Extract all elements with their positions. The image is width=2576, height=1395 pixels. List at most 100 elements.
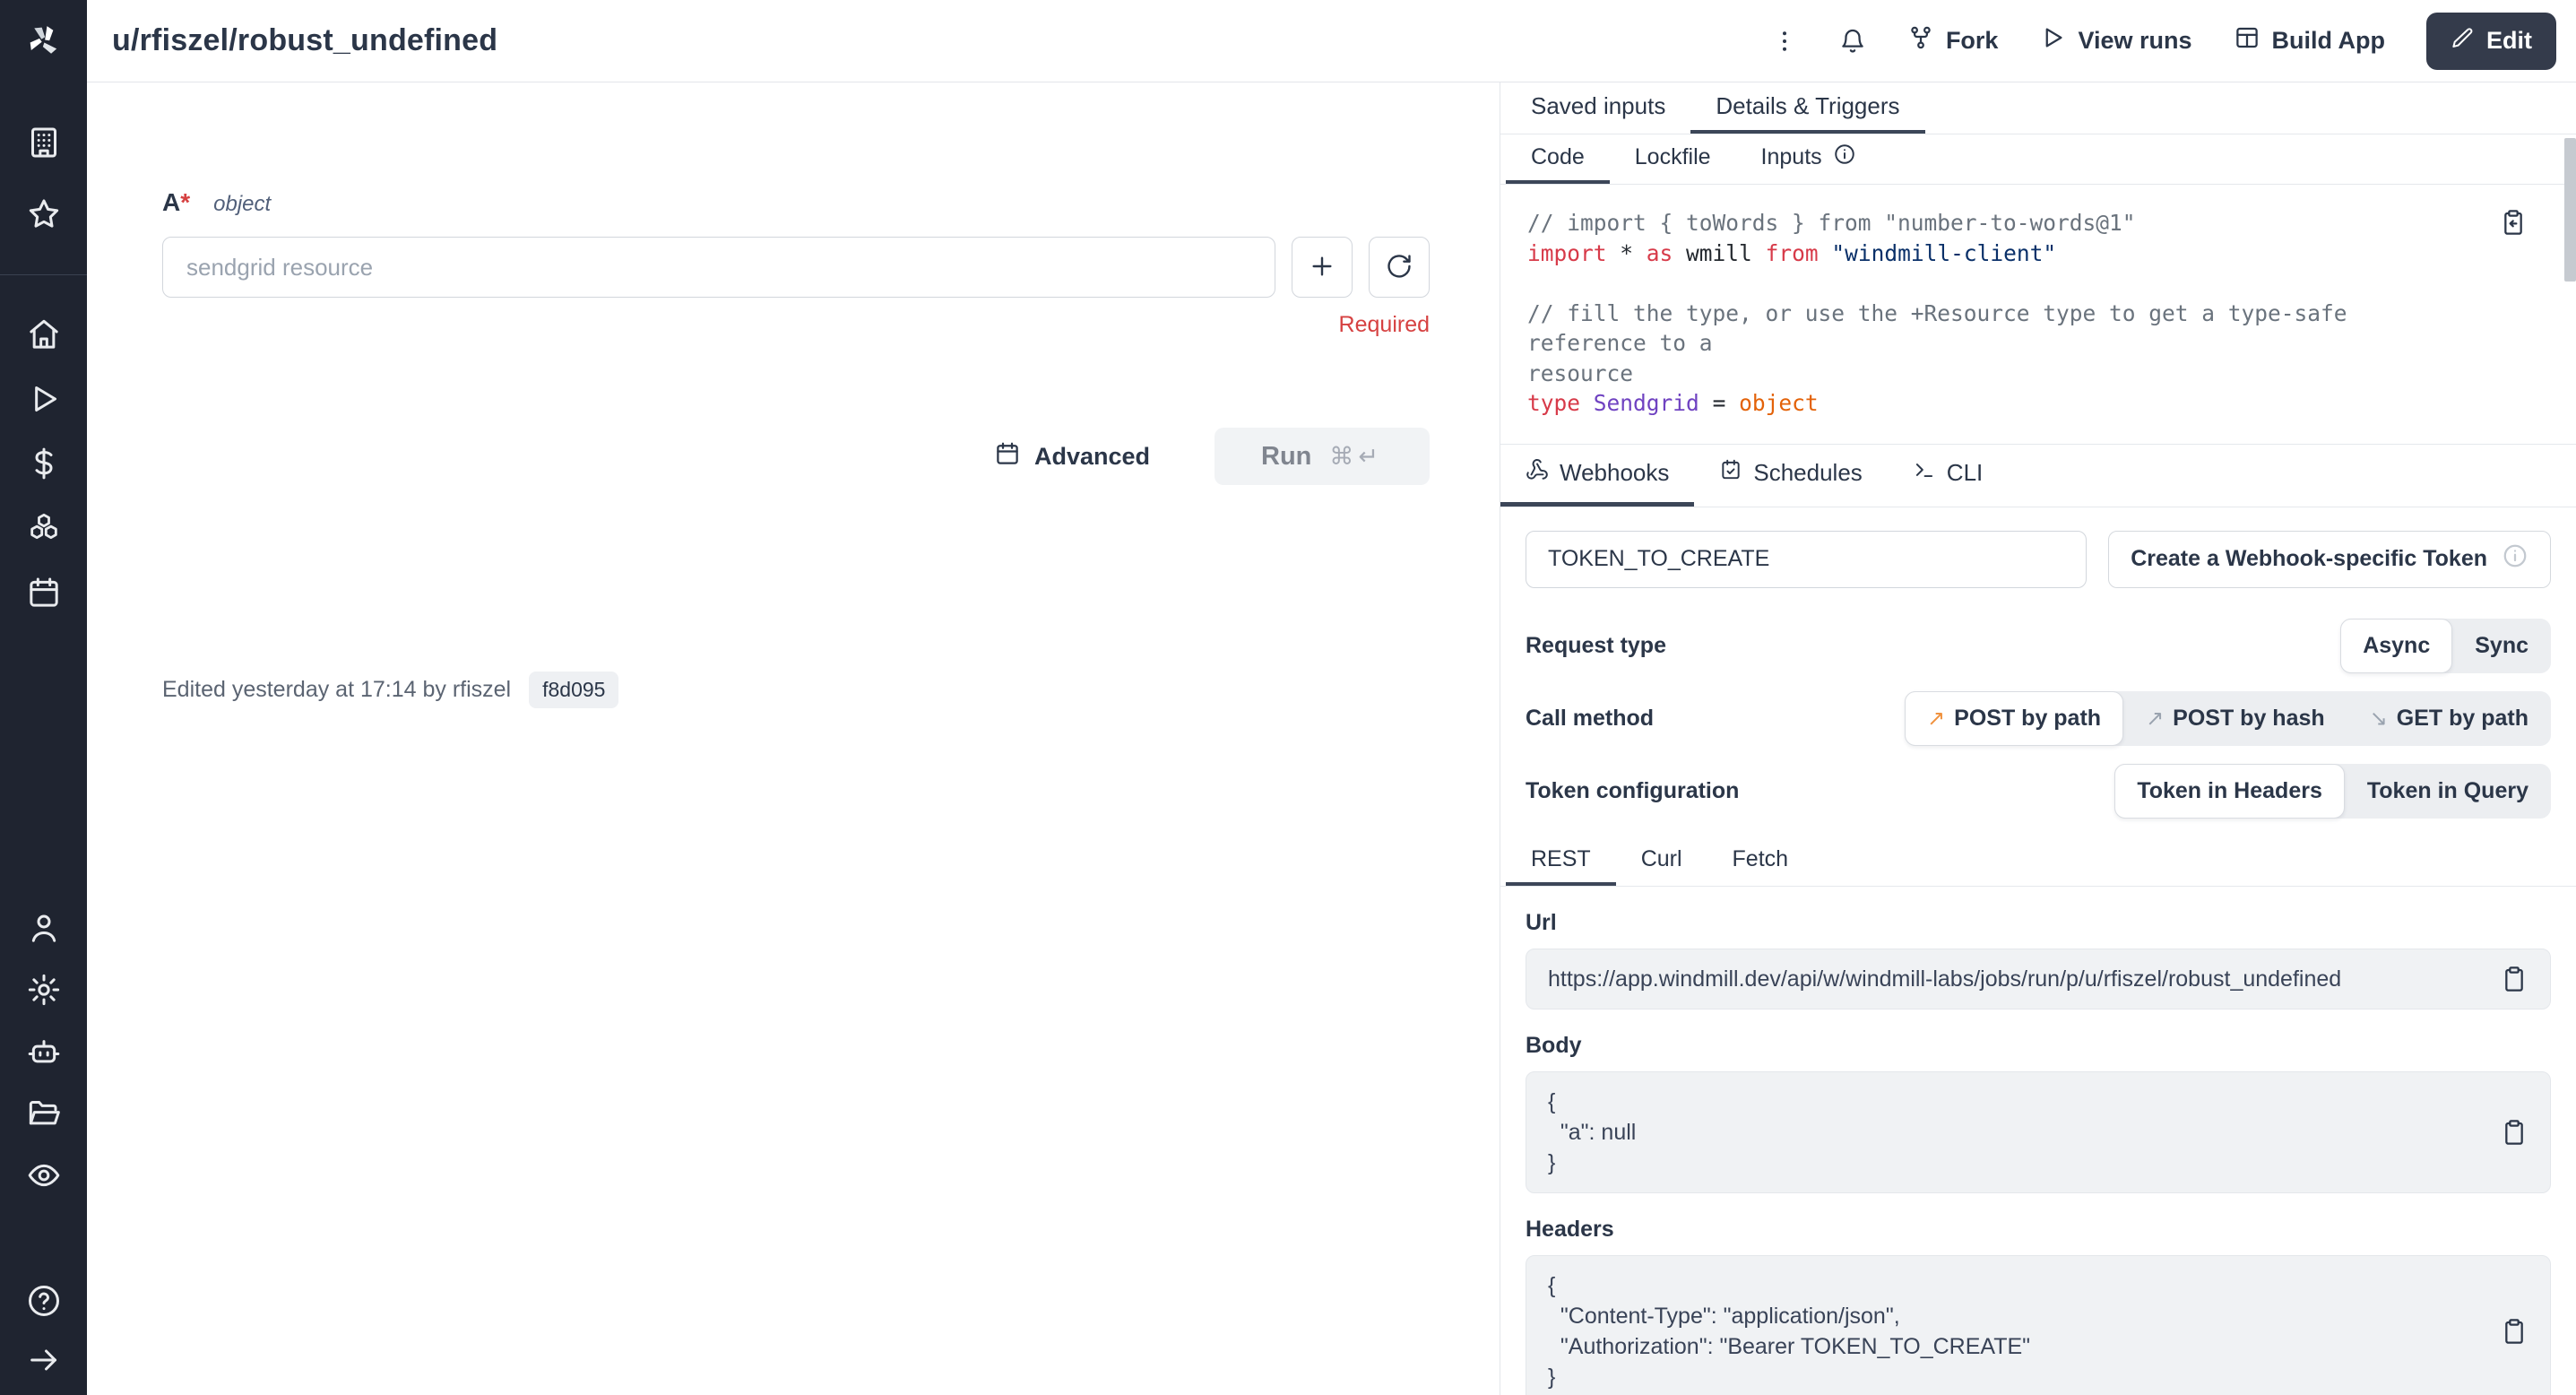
tab-curl[interactable]: Curl xyxy=(1616,836,1707,886)
token-config-segmented: Token in Headers Token in Query xyxy=(2114,764,2551,819)
headers-box: { "Content-Type": "application/json", "A… xyxy=(1526,1255,2551,1395)
call-method-row: Call method ↗ POST by path ↗ POST by has… xyxy=(1500,682,2576,755)
refresh-resource-button[interactable] xyxy=(1369,237,1430,298)
calendar-check-icon xyxy=(1719,458,1742,488)
pencil-icon xyxy=(2451,26,2475,56)
tab-rest[interactable]: REST xyxy=(1506,836,1616,886)
build-app-button[interactable]: Build App xyxy=(2234,24,2385,57)
panel-scrollbar[interactable] xyxy=(2564,138,2576,282)
copy-code-button[interactable] xyxy=(2499,208,2528,237)
resources-boxes-icon[interactable] xyxy=(26,510,62,546)
folders-icon[interactable] xyxy=(26,1096,62,1131)
runs-play-icon[interactable] xyxy=(26,381,62,417)
request-type-option-async[interactable]: Async xyxy=(2340,619,2452,673)
resource-input[interactable] xyxy=(162,237,1275,298)
help-icon[interactable] xyxy=(26,1283,62,1319)
sidebar-footer-nav xyxy=(26,1283,62,1378)
body-label: Body xyxy=(1526,1033,2551,1059)
headers-section: Headers { "Content-Type": "application/j… xyxy=(1500,1193,2576,1395)
workers-bot-icon[interactable] xyxy=(26,1034,62,1070)
run-form-panel: A* object Required xyxy=(87,82,1500,1395)
call-method-segmented: ↗ POST by path ↗ POST by hash ↘ GET by p… xyxy=(1905,691,2551,746)
arrow-up-right-icon: ↗ xyxy=(2146,706,2164,731)
run-button[interactable]: Run ⌘↵ xyxy=(1215,428,1430,485)
fork-button[interactable]: Fork xyxy=(1907,24,1999,57)
collapse-arrow-icon[interactable] xyxy=(26,1342,62,1378)
snippet-tabbar: REST Curl Fetch xyxy=(1500,836,2576,887)
field-name: A* xyxy=(162,188,190,217)
home-icon[interactable] xyxy=(26,316,62,352)
token-input[interactable] xyxy=(1526,531,2087,588)
code-tabbar: Code Lockfile Inputs xyxy=(1500,134,2576,185)
refresh-icon xyxy=(1385,252,1413,283)
calendar-icon xyxy=(994,440,1021,473)
tab-webhooks[interactable]: Webhooks xyxy=(1500,445,1694,507)
variables-dollar-icon[interactable] xyxy=(26,446,62,481)
view-runs-button[interactable]: View runs xyxy=(2039,24,2191,57)
layout-icon xyxy=(2234,24,2260,57)
windmill-logo[interactable] xyxy=(0,0,87,82)
call-method-option-post-by-path[interactable]: ↗ POST by path xyxy=(1905,691,2123,746)
url-label: Url xyxy=(1526,910,2551,936)
settings-gear-icon[interactable] xyxy=(26,972,62,1008)
url-section: Url https://app.windmill.dev/api/w/windm… xyxy=(1500,887,2576,1009)
info-circle-icon xyxy=(2502,542,2528,576)
user-icon[interactable] xyxy=(26,910,62,946)
edit-button[interactable]: Edit xyxy=(2426,13,2556,70)
request-type-label: Request type xyxy=(1526,633,1666,659)
fork-icon xyxy=(1907,24,1934,57)
tab-details-triggers[interactable]: Details & Triggers xyxy=(1690,82,1924,134)
sidebar-divider xyxy=(0,274,87,275)
page-title: u/rfiszel/robust_undefined xyxy=(112,23,497,58)
webhook-token-row: Create a Webhook-specific Token xyxy=(1500,507,2576,610)
call-method-option-post-by-hash[interactable]: ↗ POST by hash xyxy=(2123,691,2347,746)
copy-body-button[interactable] xyxy=(2500,1118,2528,1147)
triggers-tabbar: Webhooks Schedules CLI xyxy=(1500,445,2576,507)
form-actions-row: Advanced Run ⌘↵ xyxy=(162,428,1430,485)
request-type-option-sync[interactable]: Sync xyxy=(2452,619,2551,673)
favorites-star-icon[interactable] xyxy=(26,196,62,232)
copy-headers-button[interactable] xyxy=(2500,1317,2528,1346)
add-resource-button[interactable] xyxy=(1292,237,1353,298)
edited-meta-row: Edited yesterday at 17:14 by rfiszel f8d… xyxy=(162,672,1430,708)
webhook-icon xyxy=(1526,458,1549,488)
main-column: u/rfiszel/robust_undefined Fork xyxy=(87,0,2576,1395)
body-value: { "a": null } xyxy=(1548,1087,2482,1178)
workspace-building-icon[interactable] xyxy=(26,125,62,160)
tab-code[interactable]: Code xyxy=(1506,134,1610,184)
code-section: // import { toWords } from "number-to-wo… xyxy=(1500,185,2576,445)
notifications-bell-icon[interactable] xyxy=(1839,28,1866,55)
version-hash-badge[interactable]: f8d095 xyxy=(529,672,618,708)
required-note: Required xyxy=(162,312,1430,338)
call-method-option-get-by-path[interactable]: ↘ GET by path xyxy=(2347,691,2551,746)
panel-tabbar: Saved inputs Details & Triggers xyxy=(1500,82,2576,134)
sidebar-primary-nav xyxy=(26,316,62,611)
plus-icon xyxy=(1308,252,1336,283)
tab-fetch[interactable]: Fetch xyxy=(1707,836,1814,886)
token-config-label: Token configuration xyxy=(1526,778,1739,804)
info-icon xyxy=(1833,143,1856,172)
arrow-down-right-icon: ↘ xyxy=(2370,706,2388,731)
clipboard-icon xyxy=(2500,983,2528,996)
sidebar xyxy=(0,0,87,1395)
copy-url-button[interactable] xyxy=(2500,965,2528,993)
tab-saved-inputs[interactable]: Saved inputs xyxy=(1506,82,1690,134)
token-config-option-query[interactable]: Token in Query xyxy=(2345,764,2551,819)
token-config-option-headers[interactable]: Token in Headers xyxy=(2114,764,2345,819)
play-icon xyxy=(2039,24,2066,57)
code-content: // import { toWords } from "number-to-wo… xyxy=(1527,208,2477,419)
details-panel: Saved inputs Details & Triggers Code Loc… xyxy=(1500,82,2576,1395)
advanced-button[interactable]: Advanced xyxy=(994,440,1150,473)
field-header: A* object xyxy=(162,188,1430,217)
create-webhook-token-button[interactable]: Create a Webhook-specific Token xyxy=(2108,531,2551,588)
schedules-calendar-icon[interactable] xyxy=(26,575,62,611)
tab-schedules[interactable]: Schedules xyxy=(1694,445,1887,507)
header-actions: Fork View runs Build App xyxy=(1771,13,2556,70)
tab-inputs[interactable]: Inputs xyxy=(1736,134,1881,184)
tab-cli[interactable]: CLI xyxy=(1888,445,2008,507)
top-header: u/rfiszel/robust_undefined Fork xyxy=(87,0,2576,82)
sidebar-workspace-group xyxy=(26,125,62,232)
audit-eye-icon[interactable] xyxy=(26,1157,62,1193)
kebab-menu-icon[interactable] xyxy=(1771,28,1798,55)
tab-lockfile[interactable]: Lockfile xyxy=(1610,134,1736,184)
